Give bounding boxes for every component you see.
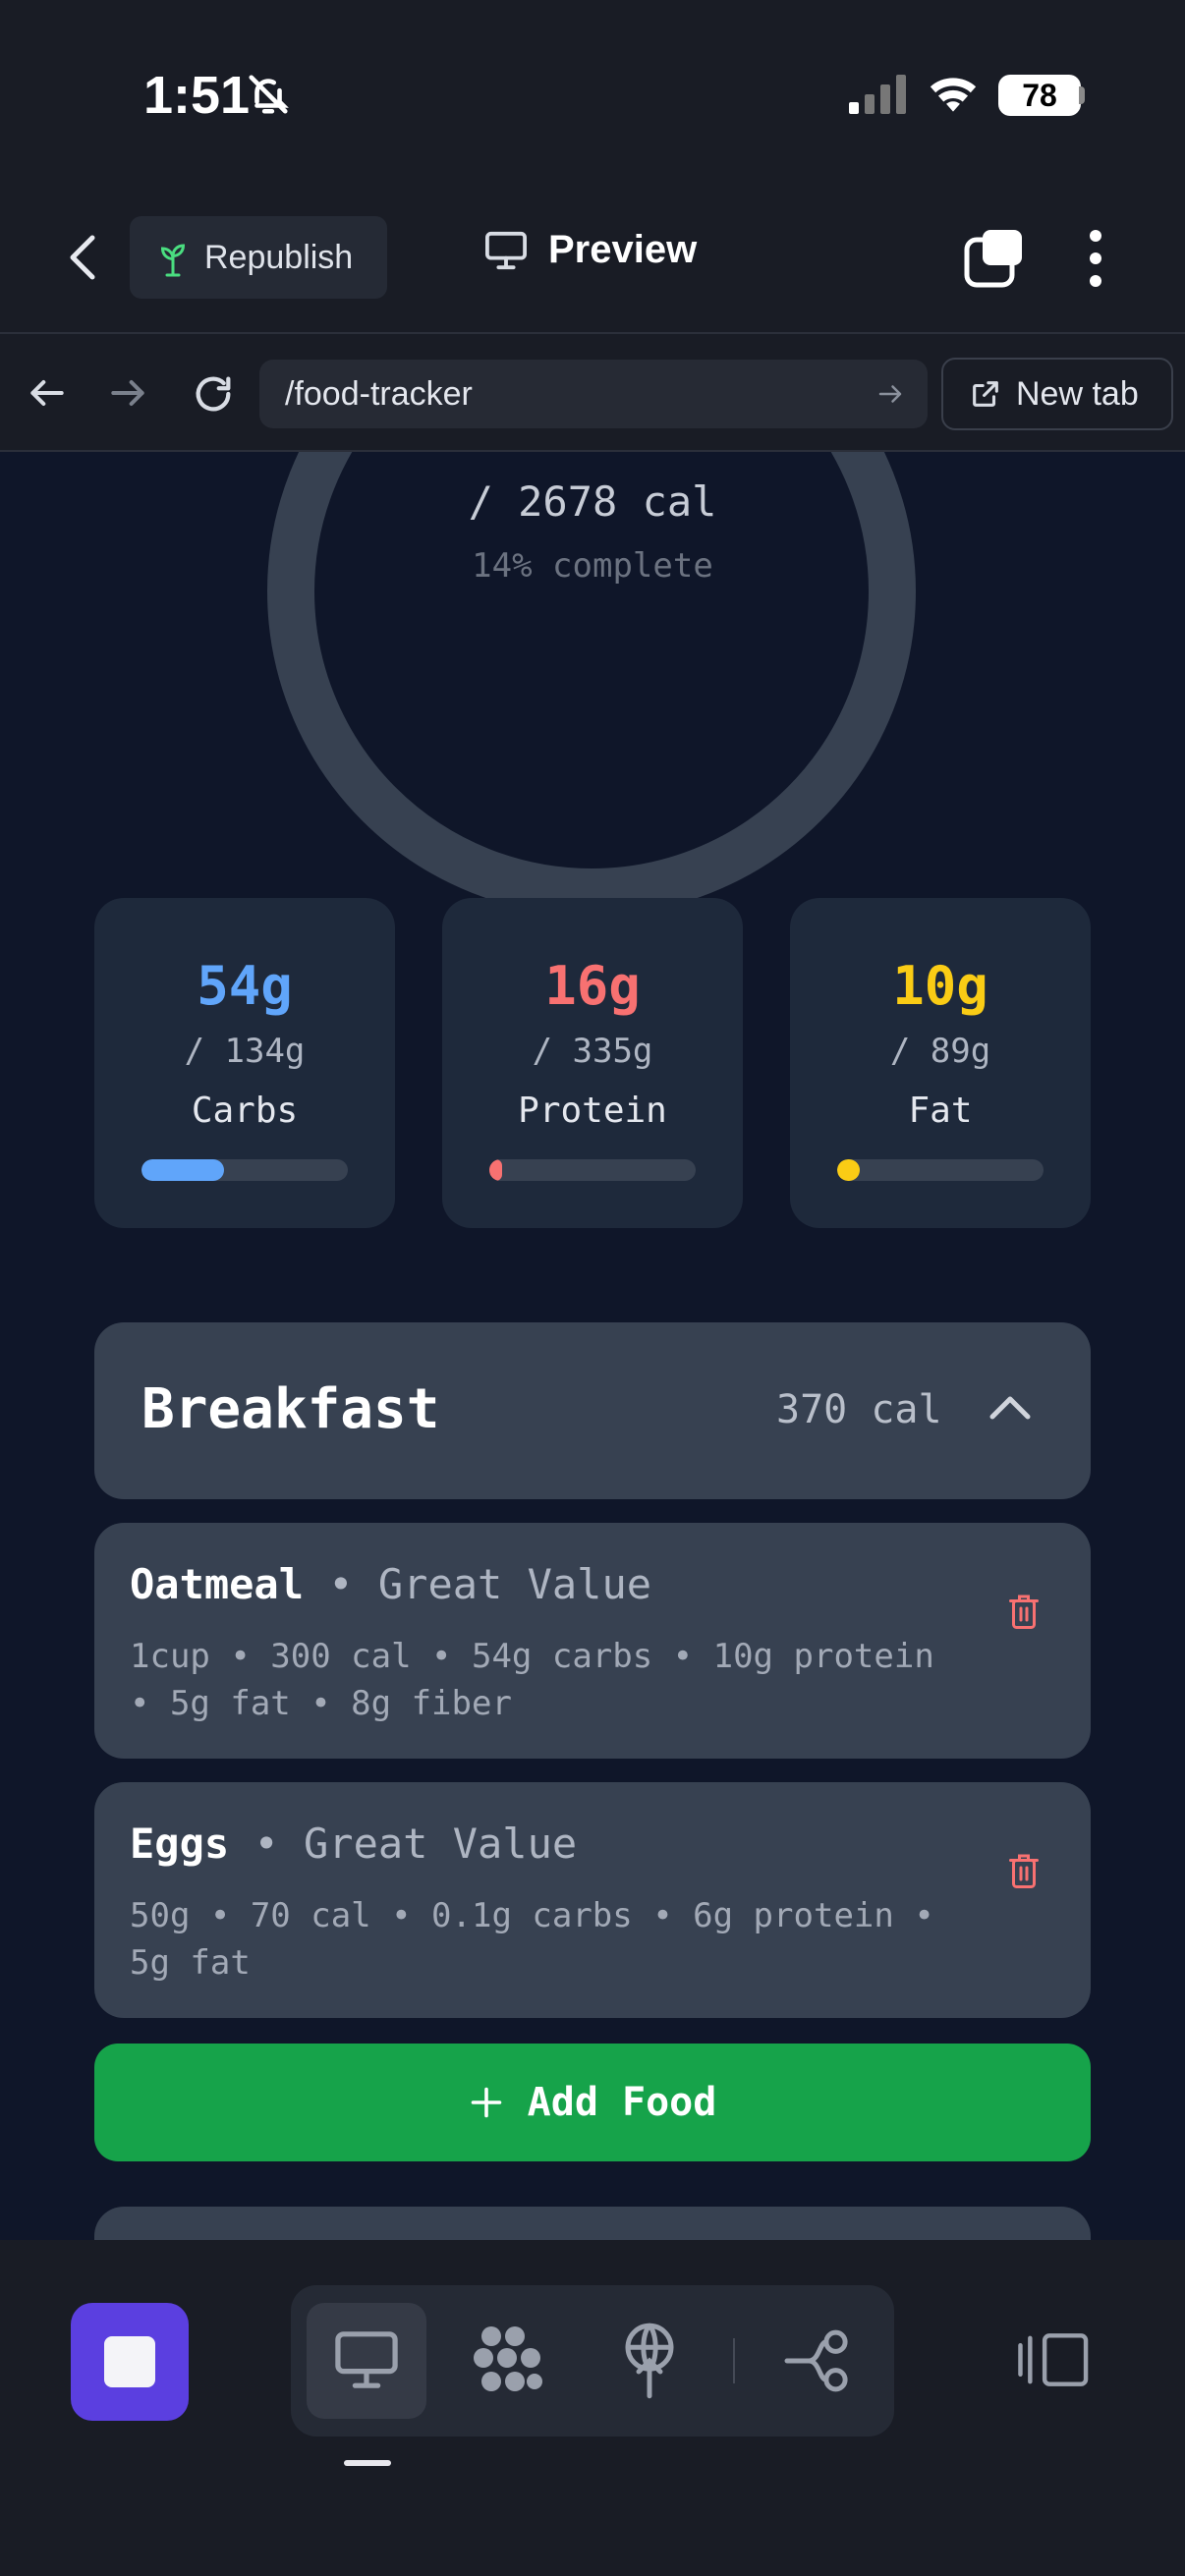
back-icon[interactable] [59,228,108,287]
macro-name: Fat [908,1091,973,1131]
meal-title: Breakfast [141,1377,440,1441]
monitor-icon[interactable] [332,2328,401,2391]
macro-progress-fill [837,1159,861,1181]
share-nodes-icon[interactable] [784,2328,855,2393]
calorie-percent: 14% complete [472,546,713,586]
food-name: Eggs [130,1820,230,1868]
macro-card-protein: 16g / 335g Protein [442,898,743,1228]
macro-name: Protein [518,1091,667,1131]
arrow-right-icon[interactable] [106,371,149,415]
arrow-left-icon[interactable] [26,371,69,415]
macro-progress-fill [141,1159,224,1181]
food-item[interactable]: Eggs • Great Value 50g • 70 cal • 0.1g c… [94,1782,1091,2018]
trash-icon[interactable] [1006,1592,1042,1631]
tabs-icon[interactable] [963,228,1024,289]
macro-goal: / 335g [532,1032,653,1071]
battery-cap [1079,86,1085,104]
food-brand: • Great Value [304,1560,652,1608]
meal-header-breakfast[interactable]: Breakfast 370 cal [94,1322,1091,1499]
macro-progress-track [489,1159,696,1181]
preview-label: Preview [548,228,698,271]
go-arrow-icon[interactable] [875,379,906,409]
sprout-icon [160,244,186,277]
macro-card-fat: 10g / 89g Fat [790,898,1091,1228]
add-food-button[interactable]: Add Food [94,2044,1091,2161]
signal-icon [849,75,906,114]
macro-card-carbs: 54g / 134g Carbs [94,898,395,1228]
food-item[interactable]: Oatmeal • Great Value 1cup • 300 cal • 5… [94,1523,1091,1759]
add-food-label: Add Food [527,2080,717,2125]
calorie-goal: / 2678 cal [468,477,717,526]
macro-value: 16g [544,955,641,1017]
dots-icon[interactable] [472,2324,546,2399]
food-brand: • Great Value [229,1820,578,1868]
trash-icon[interactable] [1006,1851,1042,1890]
preview-button[interactable]: Preview [483,228,697,272]
more-vertical-icon[interactable] [1081,228,1110,289]
macro-value: 10g [892,955,988,1017]
status-time: 1:51 [143,66,251,125]
antenna-icon[interactable] [617,2323,682,2399]
monitor-icon [485,231,527,269]
next-meal-card [94,2207,1091,2240]
side-panel-icon[interactable] [1018,2330,1091,2389]
republish-label: Republish [204,238,354,276]
food-title: Eggs • Great Value [130,1820,577,1868]
food-name: Oatmeal [130,1560,305,1608]
food-tracker-page: / 2678 cal 14% complete 54g / 134g Carbs… [0,452,1185,2240]
macro-progress-track [141,1159,348,1181]
new-tab-button[interactable]: New tab [941,358,1173,430]
macro-progress-track [837,1159,1044,1181]
macro-progress-fill [489,1159,502,1181]
plus-icon [471,2087,501,2118]
battery-level: 78 [998,75,1081,116]
wifi-icon [930,78,977,112]
macro-goal: / 89g [889,1032,991,1071]
republish-button[interactable]: Republish [130,216,387,299]
stop-icon [104,2336,155,2387]
macro-name: Carbs [191,1091,299,1131]
food-details: 50g • 70 cal • 0.1g carbs • 6g protein •… [130,1896,934,1983]
food-title: Oatmeal • Great Value [130,1560,651,1608]
external-link-icon [973,381,998,407]
url-text: /food-tracker [285,374,473,413]
active-tab-indicator [344,2460,391,2466]
meal-calories: 370 cal [776,1387,942,1432]
bell-off-icon [249,75,289,114]
new-tab-label: New tab [1016,374,1139,413]
food-details: 1cup • 300 cal • 54g carbs • 10g protein… [130,1637,934,1723]
macro-goal: / 134g [184,1032,306,1071]
chevron-up-icon[interactable] [988,1393,1032,1423]
tool-separator [733,2338,735,2383]
stop-button[interactable] [71,2303,189,2421]
macro-value: 54g [197,955,293,1017]
url-input[interactable]: /food-tracker [259,360,928,428]
refresh-icon[interactable] [191,371,236,417]
